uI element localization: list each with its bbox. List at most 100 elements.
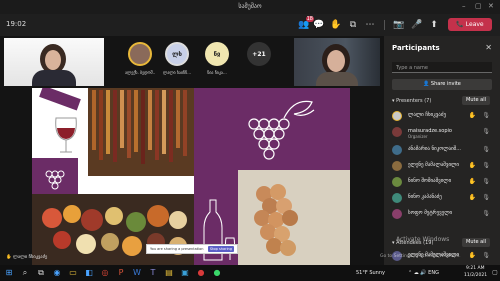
window-title: სამუშაო [238, 3, 262, 10]
mic-muted-icon[interactable]: 🎙 [482, 162, 490, 169]
avatar [392, 111, 402, 121]
breakout-rooms-icon[interactable]: ⧉ [347, 19, 359, 31]
presenters-header-label: Presenters (7) [396, 98, 432, 104]
video-tile-participant[interactable] [294, 38, 380, 86]
participants-panel: Participants ✕ Type a name 👤 Share invit… [384, 36, 500, 265]
file-explorer-icon[interactable]: ▭ [68, 268, 78, 278]
mute-all-attendees-button[interactable]: Mute all [462, 238, 490, 247]
avatar [392, 177, 402, 187]
participant-row[interactable]: ანამარია ნიკოლაიშ... 🎙 [388, 144, 496, 158]
powerpoint-icon[interactable]: P [116, 268, 126, 278]
participant-name: ლალი ჩხიკვაძე [408, 112, 446, 118]
participant-row[interactable]: maisuradze.sopio Organizer 🎙 [388, 126, 496, 140]
mic-icon[interactable]: 🎙 [482, 112, 490, 119]
edge-icon[interactable]: ◉ [52, 268, 62, 278]
windows-start-icon[interactable]: ⊞ [4, 268, 14, 278]
teams-icon[interactable]: T [148, 268, 158, 278]
activate-windows-subtitle: Go to Settings to activate Windows. [380, 254, 461, 259]
store-icon[interactable]: ◧ [84, 268, 94, 278]
person-face [327, 50, 345, 72]
more-options-icon[interactable]: ⋯ [364, 19, 376, 31]
sharing-notification-text: You are sharing a presentation [150, 247, 204, 251]
chat-icon[interactable]: 💬 [313, 19, 325, 31]
avatar: ნჲ [205, 42, 229, 66]
avatar-name: ლალი ხაინნ... [162, 70, 192, 75]
close-panel-icon[interactable]: ✕ [485, 43, 492, 52]
windows-taskbar: ⊞ ⌕ ⧉ ◉ ▭ ◧ ◎ P W T ▤ ▣ ● ● 51°F Sunny ⌃… [0, 265, 500, 281]
participant-avatar-3[interactable]: ნჲ ნია ჩიკა... [202, 42, 232, 75]
presenter-name: ლალი ჩხიკვაძე [13, 255, 48, 260]
meeting-toolbar: 19:02 👥 18 💬 ✋ ⧉ ⋯ 📷 🎤 ⬆ 📞 Leave [0, 14, 500, 36]
participant-row[interactable]: ელენე მამალაშვილი ✋ 🎙 [388, 160, 496, 174]
video-tile-presenter[interactable] [4, 38, 104, 86]
mic-muted-icon[interactable]: 🎙 [482, 178, 490, 185]
mute-all-button[interactable]: Mute all [462, 96, 490, 105]
participant-row[interactable]: სოფო მეტრეველი 🎙 [388, 208, 496, 222]
search-placeholder: Type a name [396, 65, 428, 71]
clock-time[interactable]: 9:21 AM [466, 266, 485, 271]
mic-muted-icon[interactable]: 🎙 [482, 146, 490, 153]
raise-hand-icon[interactable]: ✋ [330, 19, 342, 31]
participants-icon[interactable]: 👥 18 [298, 16, 314, 31]
avatar [392, 145, 402, 155]
notifications-icon[interactable]: ▢ [490, 268, 500, 278]
activate-windows-title: Activate Windows [396, 236, 450, 243]
minimize-icon[interactable]: – [462, 2, 466, 10]
toolbar-divider [384, 20, 385, 30]
camera-icon[interactable]: 📷 [393, 19, 405, 31]
participant-avatar-1[interactable]: ალექს. ბედოშ.. [125, 42, 155, 75]
more-participants-count: +21 [247, 42, 271, 66]
participant-name: ელენე მამალაშვილი [408, 162, 459, 168]
app-icon-2[interactable]: ● [212, 268, 222, 278]
participant-name: ნინო კაპანაძე [408, 194, 442, 200]
clock-date[interactable]: 11/2/2021 [464, 273, 487, 278]
avatar [392, 193, 402, 203]
participant-avatar-2[interactable]: ლხ ლალი ხაინნ... [162, 42, 192, 75]
person-body [32, 70, 76, 86]
participant-row[interactable]: ლალი ჩხიკვაძე ✋ 🎙 [388, 110, 496, 124]
system-tray-icons[interactable]: ⌃ ☁ 🔊 ENG [408, 270, 439, 276]
stop-sharing-button[interactable]: Stop sharing [207, 246, 234, 252]
participant-row[interactable]: ნინო კაპანაძე ✋ 🎙 [388, 192, 496, 206]
share-invite-button[interactable]: 👤 Share invite [392, 79, 492, 90]
leave-label: Leave [465, 21, 484, 28]
avatar-name: ნია ჩიკა... [207, 70, 227, 75]
mic-muted-icon[interactable]: 🎙 [482, 210, 490, 217]
raised-hand-icon: ✋ [468, 252, 476, 259]
raised-hand-icon: ✋ [468, 162, 476, 169]
share-invite-label: Share invite [430, 81, 461, 87]
search-icon[interactable]: ⌕ [20, 268, 30, 278]
avatar [128, 42, 152, 66]
sharing-notification: You are sharing a presentation Stop shar… [146, 244, 238, 254]
raised-hand-icon: ✋ [468, 178, 476, 185]
leave-button[interactable]: 📞 Leave [448, 18, 492, 31]
folder-icon[interactable]: ▤ [164, 268, 174, 278]
word-icon[interactable]: W [132, 268, 142, 278]
title-bar: სამუშაო – ▢ ✕ [0, 0, 500, 14]
close-window-icon[interactable]: ✕ [488, 2, 494, 10]
avatar [392, 209, 402, 219]
presenters-header[interactable]: ▾ Presenters (7) [392, 98, 431, 104]
chrome-icon[interactable]: ◎ [100, 268, 110, 278]
mic-muted-icon[interactable]: 🎙 [482, 128, 490, 135]
share-screen-icon[interactable]: ⬆ [428, 19, 440, 31]
microphone-icon[interactable]: 🎤 [411, 19, 423, 31]
participant-row[interactable]: ნინო შოშიაშვილი ✋ 🎙 [388, 176, 496, 190]
app-icon[interactable]: ● [196, 268, 206, 278]
search-input[interactable]: Type a name [392, 62, 492, 73]
photos-icon[interactable]: ▣ [180, 268, 190, 278]
participant-name: სოფო მეტრეველი [408, 210, 453, 216]
presenter-label: ✋ ლალი ჩხიკვაძე [6, 255, 48, 260]
mic-muted-icon[interactable]: 🎙 [482, 194, 490, 201]
shared-presentation: You are sharing a presentation Stop shar… [32, 88, 350, 265]
avatar: ლხ [165, 42, 189, 66]
raised-hand-icon: ✋ [468, 112, 476, 119]
presentation-slide [32, 88, 350, 265]
maximize-icon[interactable]: ▢ [475, 2, 482, 10]
task-view-icon[interactable]: ⧉ [36, 268, 46, 278]
call-timer: 19:02 [6, 20, 27, 28]
mic-muted-icon[interactable]: 🎙 [482, 252, 490, 259]
weather-widget[interactable]: 51°F Sunny [356, 270, 385, 276]
more-participants[interactable]: +21 [244, 42, 274, 66]
participant-role: Organizer [408, 134, 428, 139]
